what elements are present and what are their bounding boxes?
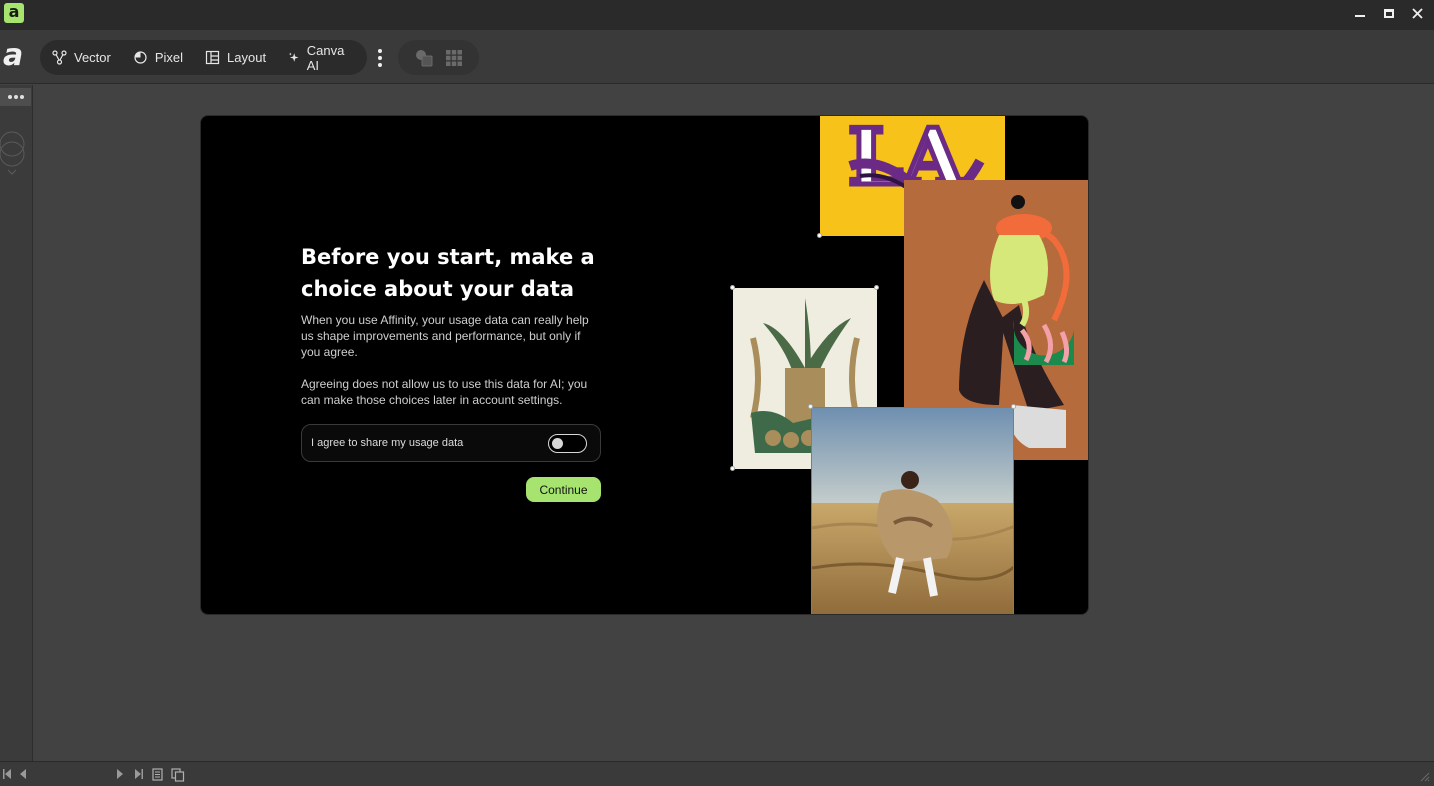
persona-canva-ai-label: Canva AI xyxy=(306,42,345,73)
dialog-paragraph-usage: When you use Affinity, your usage data c… xyxy=(301,313,589,359)
grid-icon[interactable] xyxy=(445,49,463,67)
persona-switcher: Vector Pixel Layout Canva AI xyxy=(40,40,367,75)
selection-handle[interactable] xyxy=(1011,404,1016,409)
more-vertical-icon[interactable] xyxy=(373,46,387,70)
prev-page-icon[interactable] xyxy=(18,768,28,780)
selection-handle[interactable] xyxy=(874,285,879,290)
persona-pixel-button[interactable]: Pixel xyxy=(133,40,183,75)
resize-grip-icon[interactable] xyxy=(1420,772,1430,782)
consent-row: I agree to share my usage data xyxy=(301,424,601,462)
selection-handle[interactable] xyxy=(808,404,813,409)
panel-menu-icon[interactable] xyxy=(0,88,31,106)
consent-toggle[interactable] xyxy=(548,434,587,453)
next-page-icon[interactable] xyxy=(115,768,125,780)
status-bar xyxy=(0,761,1434,786)
last-page-icon[interactable] xyxy=(133,768,144,780)
persona-layout-button[interactable]: Layout xyxy=(205,40,266,75)
persona-pixel-label: Pixel xyxy=(154,50,184,65)
brand-logo-icon[interactable]: a xyxy=(3,40,31,72)
toolbar: a Vector Pixel Layout Canva AI xyxy=(0,30,1434,84)
persona-vector-label: Vector xyxy=(74,50,111,65)
pages-icon[interactable] xyxy=(171,768,185,782)
sparkle-icon xyxy=(288,52,299,62)
persona-canva-ai-button[interactable]: Canva AI xyxy=(288,40,348,75)
data-consent-dialog: Before you start, make a choice about yo… xyxy=(200,115,1089,615)
title-bar: a xyxy=(0,0,1434,30)
selection-handle[interactable] xyxy=(730,466,735,471)
dialog-paragraph-ai: Agreeing does not allow us to use this d… xyxy=(301,377,588,407)
toggle-knob xyxy=(552,437,563,449)
persona-vector-button[interactable]: Vector xyxy=(52,40,111,75)
assets-icon[interactable] xyxy=(414,48,434,68)
maximize-icon[interactable] xyxy=(1378,4,1400,22)
left-panel xyxy=(0,85,33,761)
minimize-icon[interactable] xyxy=(1349,4,1371,22)
consent-label: I agree to share my usage data xyxy=(311,437,464,449)
app-logo-icon: a xyxy=(4,3,24,23)
pixel-icon xyxy=(134,51,147,64)
selection-handle[interactable] xyxy=(730,285,735,290)
selection-handle[interactable] xyxy=(817,233,822,238)
first-page-icon[interactable] xyxy=(2,768,13,780)
page-icon[interactable] xyxy=(152,768,163,781)
tool-group xyxy=(398,40,479,75)
layout-icon xyxy=(205,50,220,65)
close-icon[interactable] xyxy=(1406,4,1428,22)
dialog-heading: Before you start, make a choice about yo… xyxy=(301,245,595,301)
app-logo-letter: a xyxy=(8,2,20,21)
continue-button[interactable]: Continue xyxy=(526,477,601,502)
artwork-field-photo xyxy=(811,407,1014,614)
vector-icon xyxy=(52,50,67,65)
panel-tool-icon[interactable] xyxy=(0,130,26,180)
persona-layout-label: Layout xyxy=(227,50,267,65)
